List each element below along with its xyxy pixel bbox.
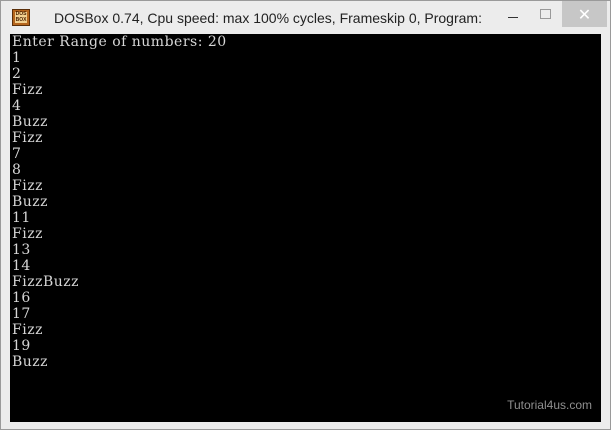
console-line: Enter Range of numbers: 20 [12, 34, 227, 50]
close-icon: ✕ [577, 4, 592, 24]
watermark: Tutorial4us.com [507, 398, 592, 412]
console-line: 7 [12, 146, 22, 162]
maximize-button[interactable] [531, 1, 559, 27]
console-output: Enter Range of numbers: 20 1 2 Fizz 4 Bu… [12, 34, 227, 370]
console-line: Fizz [12, 82, 43, 98]
console-line: 1 [12, 50, 22, 66]
minimize-button[interactable] [497, 1, 529, 27]
console-line: Buzz [12, 194, 49, 210]
console-line: 11 [12, 210, 31, 226]
console-line: Fizz [12, 226, 43, 242]
console-line: Buzz [12, 354, 49, 370]
console-line: Fizz [12, 130, 43, 146]
maximize-icon [539, 9, 551, 19]
window-title: DOSBox 0.74, Cpu speed: max 100% cycles,… [54, 10, 482, 26]
minimize-icon [508, 16, 518, 18]
console-line: 14 [12, 258, 31, 274]
title-bar[interactable]: DOS BOX DOSBox 0.74, Cpu speed: max 100%… [1, 1, 610, 34]
console-line: Fizz [12, 178, 43, 194]
console-line: 19 [12, 338, 31, 354]
console-line: Buzz [12, 114, 49, 130]
dosbox-logo-text: DOS BOX [15, 11, 27, 23]
console-line: Fizz [12, 322, 43, 338]
console-line: 16 [12, 290, 31, 306]
console-line: FizzBuzz [12, 274, 79, 290]
console-line: 13 [12, 242, 31, 258]
dosbox-window: DOS BOX DOSBox 0.74, Cpu speed: max 100%… [0, 0, 611, 430]
console-line: 2 [12, 66, 22, 82]
dosbox-app-icon[interactable]: DOS BOX [12, 9, 30, 26]
close-button[interactable]: ✕ [562, 1, 607, 27]
console-line: 17 [12, 306, 31, 322]
console-line: 8 [12, 162, 22, 178]
dos-console-screen[interactable]: Enter Range of numbers: 20 1 2 Fizz 4 Bu… [10, 34, 601, 422]
console-line: 4 [12, 98, 22, 114]
